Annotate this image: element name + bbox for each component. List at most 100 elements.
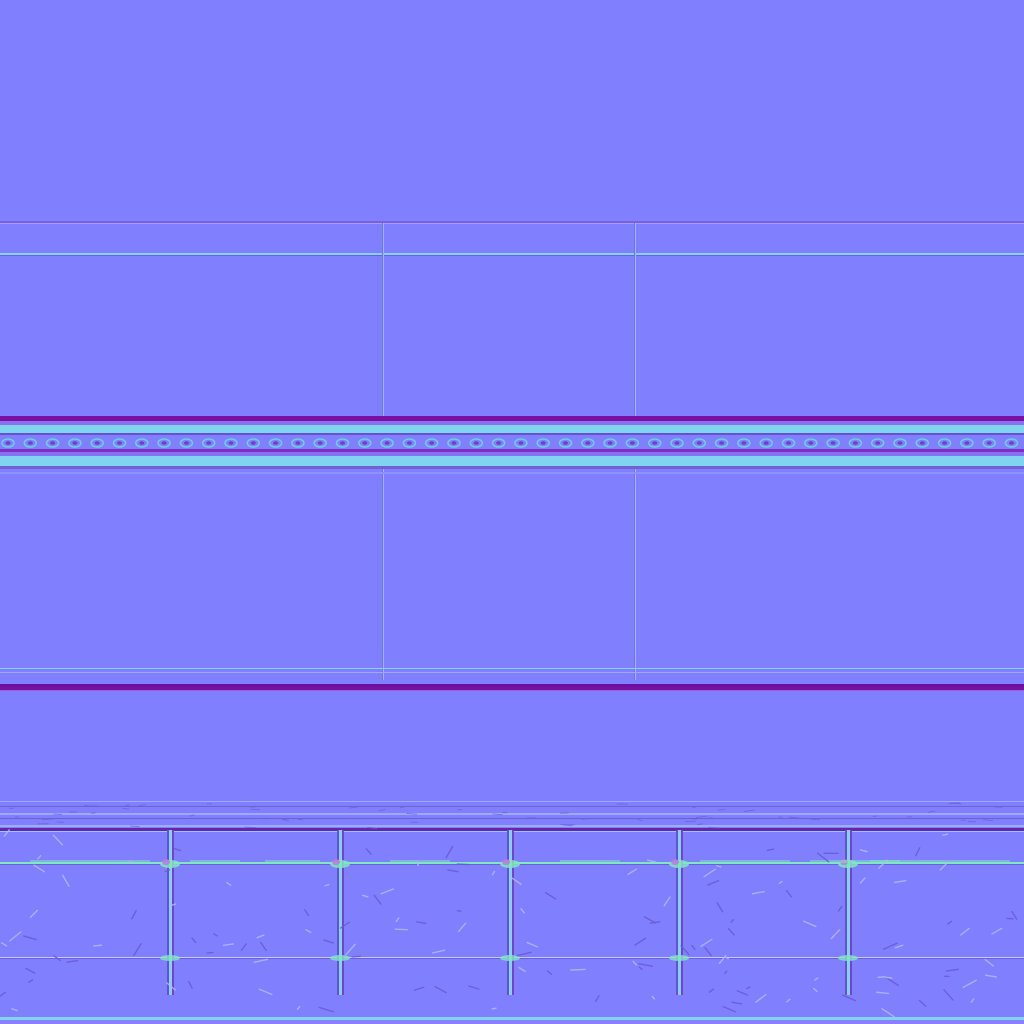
- trim-scratch: [88, 805, 99, 807]
- baseboard-post-edge-5: [850, 830, 852, 995]
- surface-scratch: [206, 951, 214, 954]
- bead-center: [964, 441, 970, 445]
- baseboard-post-highlight-2: [339, 830, 342, 995]
- bead-center: [406, 441, 412, 445]
- upper-panel-rail-shadow: [0, 255, 1024, 256]
- bead-band-bottom-groove: [0, 449, 1024, 452]
- trim-scratch: [697, 823, 703, 826]
- rail-wear-streak: [190, 860, 240, 863]
- bead-center: [250, 441, 256, 445]
- surface-scratch: [351, 955, 361, 958]
- surface-scratch: [885, 976, 893, 979]
- bead-center: [518, 441, 524, 445]
- bead-center: [919, 441, 925, 445]
- upper-panel-bottom-highlight: [0, 668, 1024, 669]
- bead-center: [942, 441, 948, 445]
- rail-wear-streak: [870, 860, 1010, 863]
- baseboard-rail-shadow: [0, 818, 1024, 819]
- bead-band-bottom-highlight: [0, 456, 1024, 466]
- baseboard-post-edge-1: [172, 830, 174, 995]
- bead-band-bottom-mid: [0, 452, 1024, 456]
- surface-scratch: [570, 968, 586, 971]
- surface-scratch: [491, 1007, 497, 1010]
- bead-center: [273, 441, 279, 445]
- bead-band-bottom-shadow: [0, 466, 1024, 469]
- baseboard-post-highlight-4: [678, 830, 681, 995]
- baseboard-post-edge-4: [681, 830, 683, 995]
- bead-band-top-groove: [0, 433, 1024, 435]
- bead-band-core: [0, 435, 1024, 451]
- baseboard-post-highlight-3: [509, 830, 512, 995]
- bead-center: [652, 441, 658, 445]
- bead-center: [473, 441, 479, 445]
- bead-center: [94, 441, 100, 445]
- upper-panel-bottom-edge: [0, 672, 1024, 673]
- bead-center: [429, 441, 435, 445]
- baseboard-rail-2-highlight: [0, 825, 1024, 827]
- post-joint-top-accent: [671, 859, 679, 865]
- bead-center: [183, 441, 189, 445]
- bead-center: [897, 441, 903, 445]
- baseboard-post-highlight-1: [169, 830, 172, 995]
- baseboard-post-shadow-2: [337, 830, 339, 995]
- deep-groove-bottom: [0, 690, 1024, 691]
- texture-svg: [0, 0, 1024, 1024]
- upper-panel-top-highlight: [0, 223, 1024, 224]
- normal-map-texture: [0, 0, 1024, 1024]
- bead-center: [629, 441, 635, 445]
- post-joint-bottom: [160, 955, 180, 961]
- trim-scratch: [244, 826, 256, 829]
- bead-center: [384, 441, 390, 445]
- rail-wear-streak: [265, 860, 320, 863]
- baseboard-top-groove: [0, 806, 1024, 807]
- baseboard-post-shadow-4: [676, 830, 678, 995]
- baseboard-post-shadow-5: [845, 830, 847, 995]
- baseboard-post-shadow-3: [507, 830, 509, 995]
- bead-center: [607, 441, 613, 445]
- post-joint-bottom: [669, 955, 689, 961]
- bead-band-bottom-edge: [0, 472, 1024, 474]
- bead-center: [696, 441, 702, 445]
- trim-scratch: [90, 812, 96, 814]
- bead-center: [741, 441, 747, 445]
- baseboard-rail-highlight: [0, 813, 1024, 815]
- bead-center: [317, 441, 323, 445]
- trim-scratch: [708, 817, 713, 819]
- baseboard-post-shadow-1: [167, 830, 169, 995]
- post-joint-bottom: [330, 955, 350, 961]
- upper-panel-rail-highlight: [0, 253, 1024, 255]
- bead-center: [117, 441, 122, 445]
- upper-panel-top-edge: [0, 221, 1024, 223]
- bead-center: [496, 441, 502, 445]
- bead-center: [786, 441, 791, 445]
- surface-scratch: [456, 909, 462, 912]
- bead-center: [5, 441, 11, 445]
- baseboard-post-edge-2: [342, 830, 344, 995]
- bead-band-top-highlight: [0, 425, 1024, 433]
- bead-center: [50, 441, 56, 445]
- bead-center: [540, 441, 546, 445]
- trim-scratch: [130, 825, 140, 828]
- bead-center: [830, 441, 836, 445]
- bead-center: [763, 441, 769, 445]
- post-joint-top-accent: [162, 859, 170, 865]
- bead-center: [719, 441, 725, 445]
- bead-band-top-mid: [0, 421, 1024, 425]
- post-joint-top-accent: [502, 859, 510, 865]
- baseboard-bottom-highlight: [0, 1017, 1024, 1020]
- bead-center: [340, 441, 345, 445]
- post-joint-bottom: [838, 955, 858, 961]
- surface-scratch: [877, 976, 886, 979]
- baseboard-bottom-edge: [0, 1020, 1024, 1024]
- bead-center: [228, 441, 234, 445]
- surface-scratch: [92, 944, 103, 947]
- trim-scratch: [717, 809, 726, 811]
- bead-band-top-shadow: [0, 416, 1024, 421]
- bead-center: [295, 441, 301, 445]
- bead-center: [563, 441, 568, 445]
- bead-center: [852, 441, 858, 445]
- bead-center: [72, 441, 78, 445]
- trim-scratch: [56, 821, 64, 823]
- baseboard-top-edge: [0, 801, 1024, 802]
- deep-groove-top: [0, 684, 1024, 687]
